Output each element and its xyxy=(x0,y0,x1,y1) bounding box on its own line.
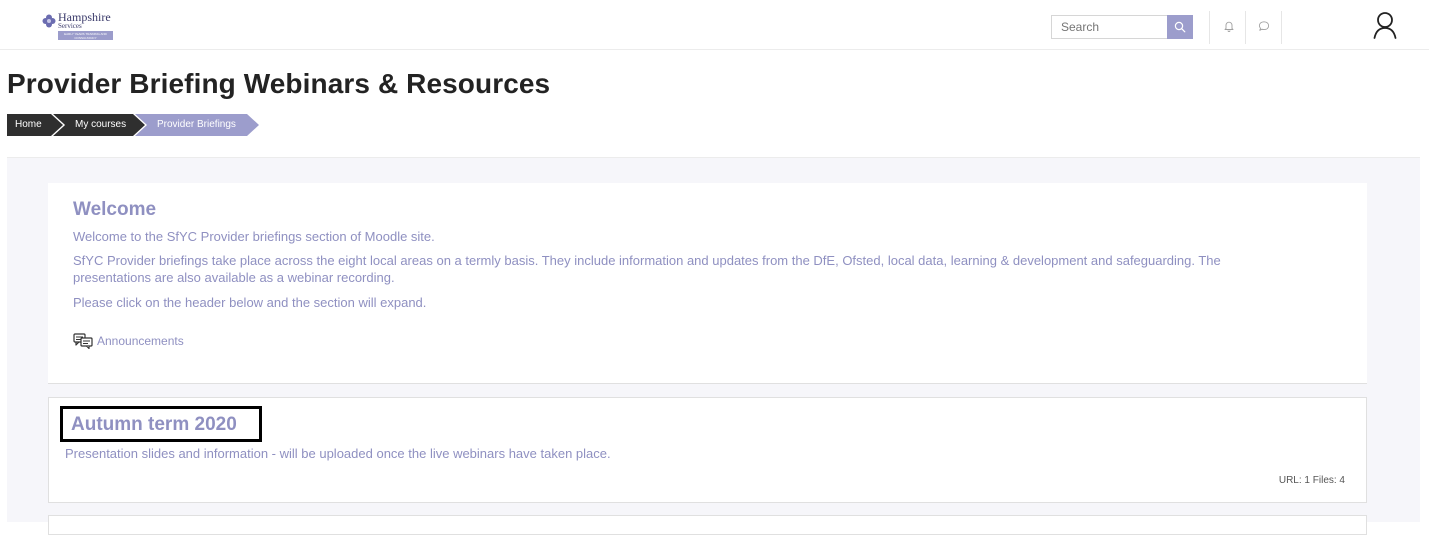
forum-icon xyxy=(73,333,93,349)
breadcrumb-provider-briefings[interactable]: Provider Briefings xyxy=(135,114,259,136)
flower-logo-icon xyxy=(42,14,56,28)
breadcrumb-my-courses[interactable]: My courses xyxy=(53,114,145,136)
welcome-title: Welcome xyxy=(73,199,157,220)
navbar-divider xyxy=(1281,11,1282,44)
bell-icon xyxy=(1224,21,1234,32)
messages-button[interactable] xyxy=(1257,19,1271,33)
section-description: Presentation slides and information - wi… xyxy=(65,446,611,461)
navbar-divider xyxy=(1209,11,1210,44)
search-icon xyxy=(1174,21,1186,33)
top-navbar: Hampshire Services EARLY YEARS TRAINING … xyxy=(0,0,1429,50)
chat-icon xyxy=(1258,21,1270,31)
notifications-button[interactable] xyxy=(1222,19,1236,33)
page-title: Provider Briefing Webinars & Resources xyxy=(7,68,551,99)
breadcrumb: Home My courses Provider Briefings xyxy=(7,114,259,136)
section-activity-summary: URL: 1 Files: 4 xyxy=(1278,475,1345,486)
next-section[interactable] xyxy=(48,515,1367,535)
welcome-text: Welcome to the SfYC Provider briefings s… xyxy=(73,229,435,244)
logo-band: EARLY YEARS TRAINING AND CONSULTANCY xyxy=(58,31,113,40)
announcements-activity[interactable]: Announcements xyxy=(73,333,184,349)
welcome-section: Welcome Welcome to the SfYC Provider bri… xyxy=(48,183,1367,384)
navbar-divider xyxy=(1245,11,1246,44)
user-icon[interactable] xyxy=(1372,11,1398,39)
section-title[interactable]: Autumn term 2020 xyxy=(71,414,237,436)
section-autumn-term-2020[interactable]: Autumn term 2020 Presentation slides and… xyxy=(48,397,1367,503)
search-input[interactable] xyxy=(1051,15,1167,39)
welcome-instruction: Please click on the header below and the… xyxy=(73,295,427,310)
logo-subtitle: Services xyxy=(58,22,82,30)
breadcrumb-home[interactable]: Home xyxy=(7,114,63,136)
welcome-description: SfYC Provider briefings take place acros… xyxy=(73,253,1221,285)
search-button[interactable] xyxy=(1167,15,1193,39)
site-logo[interactable]: Hampshire Services EARLY YEARS TRAINING … xyxy=(42,11,114,41)
announcements-link[interactable]: Announcements xyxy=(97,334,184,348)
